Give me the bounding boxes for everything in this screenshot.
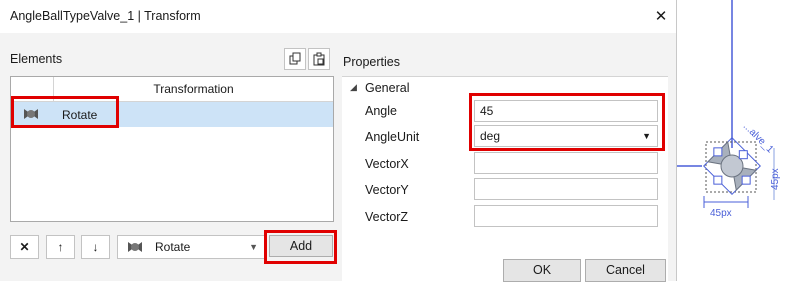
design-canvas[interactable]: ...alve_1 45px 45px	[676, 0, 786, 281]
width-dimension-label: 45px	[710, 208, 732, 219]
angle-label: Angle	[365, 104, 397, 118]
chevron-down-icon: ▼	[249, 242, 258, 252]
list-item[interactable]: Rotate	[11, 102, 333, 127]
transform-dialog: AngleBallTypeValve_1 | Transform ✕ Eleme…	[0, 0, 677, 282]
window-title: AngleBallTypeValve_1 | Transform	[10, 9, 201, 23]
icon-column-header	[11, 77, 54, 101]
rotate-icon	[127, 239, 143, 258]
vectorz-label: VectorZ	[365, 210, 409, 224]
angle-field[interactable]: 45	[474, 100, 658, 122]
vectorz-field[interactable]	[474, 205, 658, 227]
copy-icon[interactable]	[284, 48, 306, 70]
elements-label: Elements	[10, 52, 63, 66]
transformations-list[interactable]: Transformation Rotate	[10, 76, 334, 222]
list-item-label: Rotate	[62, 108, 98, 122]
paste-icon[interactable]	[308, 48, 330, 70]
angleunit-label: AngleUnit	[365, 130, 420, 144]
property-grid: ◢ General Angle 45 AngleUnit deg ▼ Vecto…	[342, 76, 668, 282]
add-button[interactable]: Add	[269, 235, 333, 257]
move-down-button[interactable]: ↓	[81, 235, 110, 259]
vectory-field[interactable]	[474, 178, 658, 200]
vectory-label: VectorY	[365, 183, 409, 197]
ok-button[interactable]: OK	[503, 259, 581, 282]
move-up-button[interactable]: ↑	[46, 235, 75, 259]
angleunit-value: deg	[480, 129, 501, 143]
list-header: Transformation	[11, 77, 333, 102]
transform-type-select[interactable]: Rotate ▼	[117, 235, 265, 259]
vectorx-field[interactable]	[474, 152, 658, 174]
cancel-button[interactable]: Cancel	[585, 259, 666, 282]
vectorx-label: VectorX	[365, 157, 409, 171]
rotate-icon	[23, 106, 39, 125]
angle-value: 45	[480, 104, 494, 118]
transformation-column-header: Transformation	[153, 82, 234, 96]
chevron-down-icon: ▼	[642, 131, 651, 141]
collapse-group-icon[interactable]: ◢	[350, 82, 357, 93]
valve-shape-preview[interactable]: ...alve_1 45px 45px	[676, 0, 786, 281]
angleunit-select[interactable]: deg ▼	[474, 125, 658, 147]
height-dimension-label: 45px	[770, 168, 781, 190]
close-icon[interactable]: ✕	[650, 5, 672, 27]
properties-label: Properties	[343, 55, 400, 69]
transform-type-value: Rotate	[155, 240, 191, 254]
title-bar: AngleBallTypeValve_1 | Transform ✕	[0, 0, 676, 33]
property-group-general: General	[365, 81, 410, 95]
delete-button[interactable]: ✕	[10, 235, 39, 259]
